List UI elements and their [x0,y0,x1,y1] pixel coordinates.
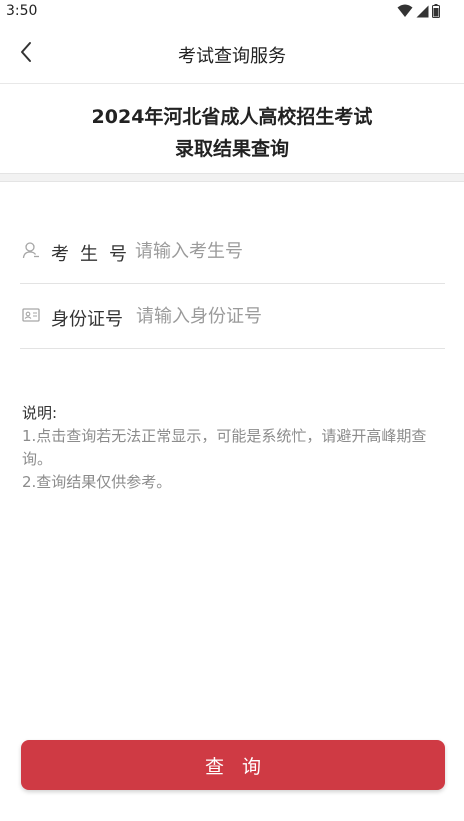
exam-number-label: 考生号 [51,244,138,265]
note-item: 2.查询结果仅供参考。 [22,473,172,491]
signal-icon [416,5,429,18]
notes-section: 说明: 1.点击查询若无法正常显示，可能是系统忙，请避开高峰期查询。 2.查询结… [22,402,447,494]
exam-title: 2024年河北省成人高校招生考试 [91,106,373,128]
exam-subtitle: 录取结果查询 [174,138,289,160]
query-button[interactable]: 查询 [21,740,445,790]
nav-bar: 考试查询服务 [0,24,464,84]
section-divider [0,173,464,182]
status-bar: 3:50 [0,0,464,24]
page-title: 考试查询服务 [178,46,286,67]
exam-number-row: 考生号 [20,218,445,284]
exam-header: 2024年河北省成人高校招生考试 录取结果查询 [0,85,464,173]
user-icon [22,241,40,259]
id-number-input[interactable] [136,302,426,330]
id-number-label: 身份证号 [51,309,123,330]
note-item: 1.点击查询若无法正常显示，可能是系统忙，请避开高峰期查询。 [22,427,427,468]
notes-title: 说明: [22,404,58,422]
status-time: 3:50 [6,3,38,19]
status-icons [397,3,440,19]
wifi-icon [397,4,413,18]
exam-number-input[interactable] [135,237,425,265]
id-card-icon [22,306,40,324]
battery-icon [432,4,440,18]
id-number-row: 身份证号 [20,283,445,349]
